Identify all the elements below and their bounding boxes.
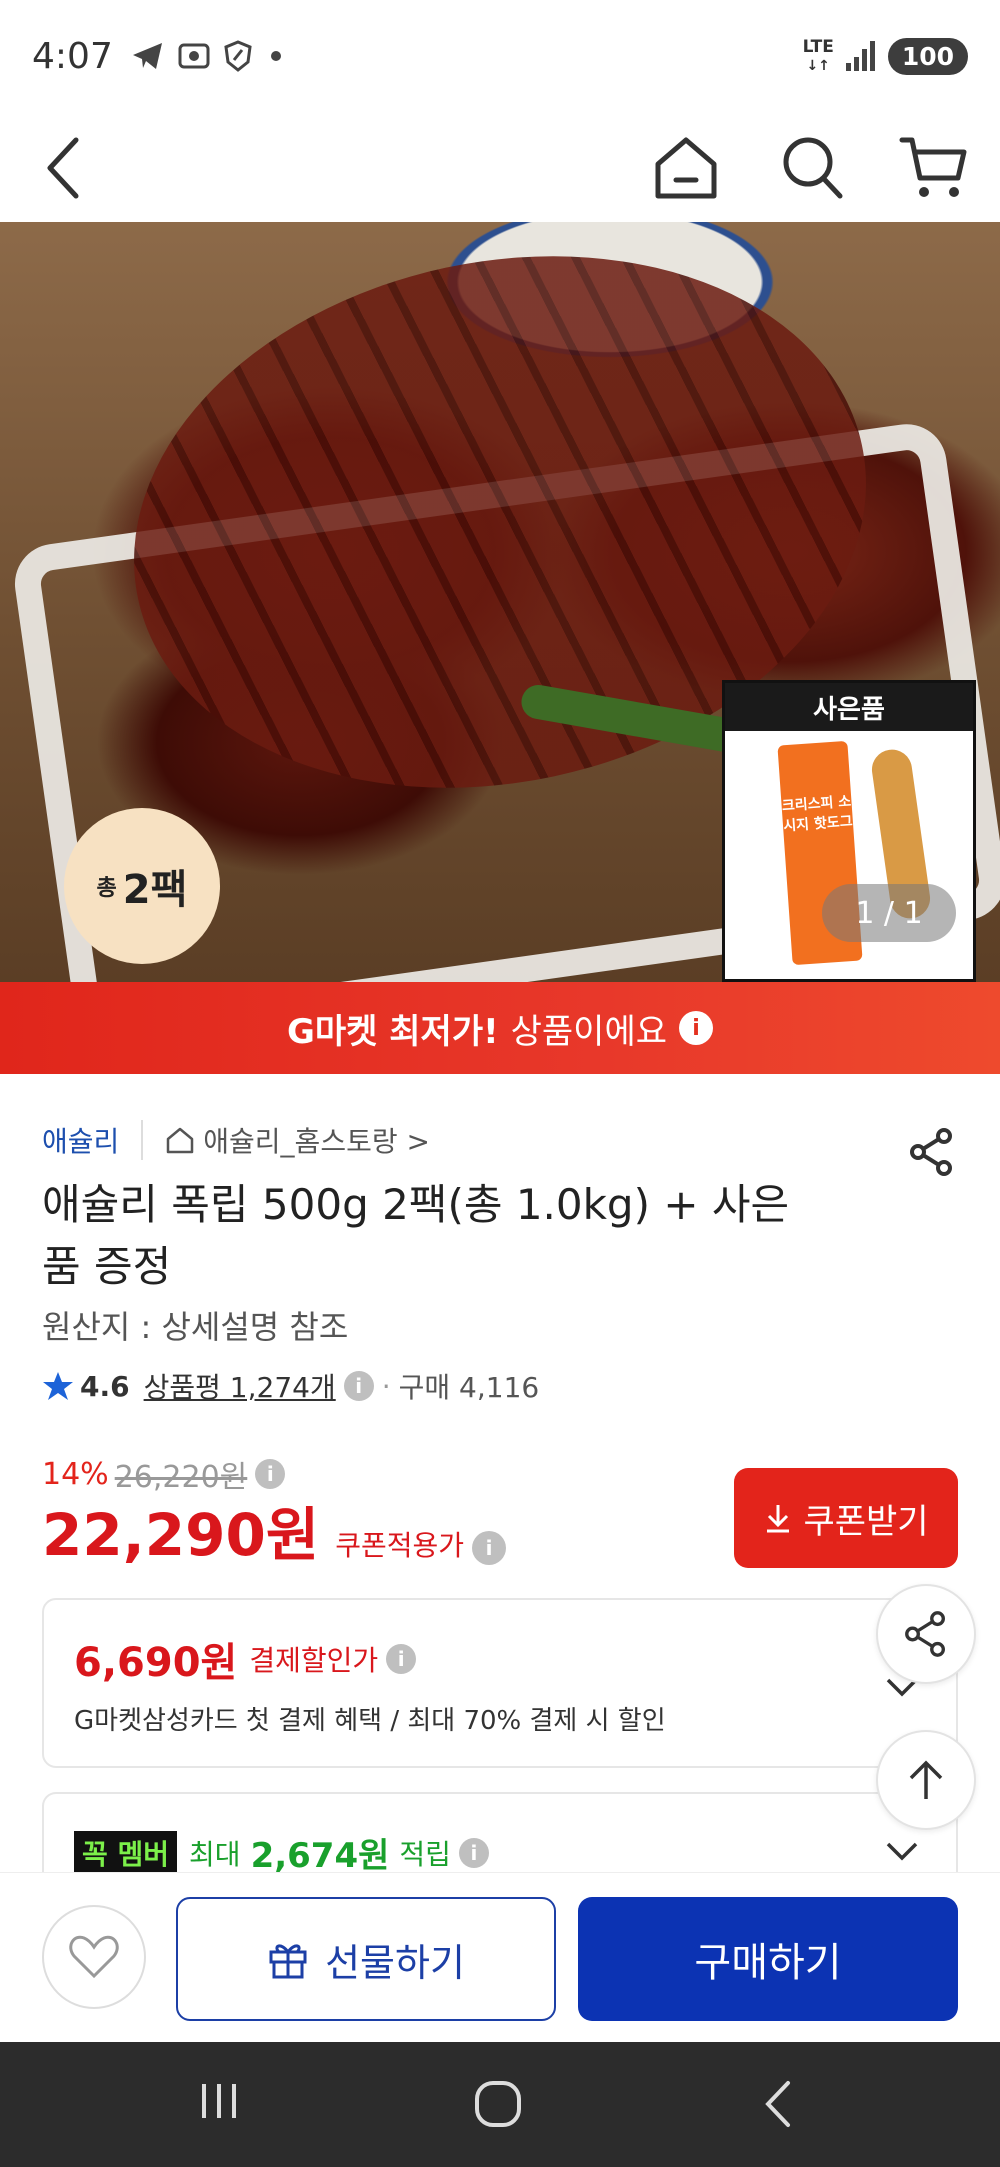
- network-label: LTE: [802, 36, 834, 57]
- info-icon[interactable]: i: [386, 1644, 417, 1674]
- gift-package-text: 크리스피 소시지 핫도그: [781, 793, 854, 835]
- telegram-icon: [132, 43, 162, 69]
- divider: [141, 1120, 144, 1160]
- share-icon[interactable]: [906, 1126, 958, 1178]
- member-reward-amount: 2,674원: [250, 1836, 390, 1876]
- star-icon: [43, 1372, 73, 1400]
- wishlist-button[interactable]: [42, 1905, 146, 2009]
- system-nav-bar: [0, 2042, 1000, 2167]
- app-header: [0, 112, 1000, 222]
- brand-row: 애슐리 애슐리_홈스토랑 >: [42, 1120, 430, 1160]
- buy-button[interactable]: 구매하기: [578, 1897, 958, 2021]
- pack-badge-big: 2팩: [122, 867, 188, 913]
- reviews-link[interactable]: 상품평 1,274개: [144, 1366, 336, 1406]
- store-home-icon: [167, 1127, 194, 1154]
- cart-icon[interactable]: [898, 132, 970, 204]
- member-badge: 꼭 멤버: [74, 1830, 178, 1875]
- notification-dot-icon: [270, 51, 281, 61]
- status-bar: 4:07 LTE ↓↑ 100: [0, 0, 1000, 112]
- product-title: 애슐리 폭립 500g 2팩(총 1.0kg) + 사은품 증정: [42, 1180, 790, 1291]
- shield-icon: [224, 40, 252, 72]
- promo-strong-text: G마켓 최저가!: [286, 1011, 499, 1052]
- signal-icon: [845, 41, 875, 71]
- network-indicator: LTE ↓↑: [802, 36, 834, 74]
- buy-button-label: 구매하기: [694, 1941, 842, 1985]
- promo-text: 상품이에요: [510, 1011, 668, 1052]
- purchase-count: 구매 4,116: [398, 1371, 540, 1404]
- home-nav-icon[interactable]: [472, 2078, 524, 2130]
- rating-score: 4.6: [80, 1369, 130, 1403]
- origin-text: 원산지 : 상세설명 참조: [42, 1308, 349, 1346]
- info-icon[interactable]: i: [472, 1531, 506, 1565]
- share-icon: [905, 1611, 945, 1657]
- payment-discount-amount: 6,690원: [74, 1640, 238, 1686]
- back-button[interactable]: [36, 130, 96, 206]
- payment-discount-description: G마켓삼성카드 첫 결제 혜택 / 최대 70% 결제 시 할인: [74, 1706, 666, 1736]
- recent-apps-icon[interactable]: [196, 2078, 242, 2124]
- price-row: 22,290원 쿠폰적용가 i: [42, 1488, 506, 1572]
- pack-count-badge: 총 2팩: [64, 808, 220, 964]
- arrow-up-icon: [909, 1760, 943, 1799]
- payment-discount-label: 결제할인가: [249, 1644, 379, 1677]
- info-icon[interactable]: i: [343, 1371, 374, 1401]
- status-time: 4:07: [32, 35, 113, 77]
- sale-price: 22,290원: [42, 1501, 320, 1569]
- gift-icon: [269, 1944, 307, 1979]
- floating-share-button[interactable]: [876, 1584, 976, 1684]
- battery-indicator: 100: [887, 37, 968, 75]
- product-image-carousel[interactable]: 총 2팩 사은품 크리스피 소시지 핫도그 1 / 1: [0, 222, 1000, 982]
- search-icon[interactable]: [778, 132, 848, 204]
- gift-button-label: 선물하기: [325, 1940, 465, 1985]
- lowest-price-banner[interactable]: G마켓 최저가! 상품이에요 i: [0, 982, 1000, 1074]
- image-pager: 1 / 1: [822, 884, 956, 942]
- heart-icon: [69, 1935, 119, 1979]
- rating-row: 4.6 상품평 1,274개 i · 구매 4,116: [42, 1366, 539, 1406]
- brand-link[interactable]: 애슐리: [42, 1120, 119, 1160]
- screenshot-icon: [178, 43, 210, 69]
- member-suffix: 적립: [399, 1837, 451, 1871]
- info-icon[interactable]: i: [458, 1837, 489, 1868]
- download-icon: [767, 1505, 790, 1533]
- status-icons: [131, 40, 281, 72]
- back-nav-icon[interactable]: [758, 2078, 798, 2130]
- discount-percent: 14%: [42, 1456, 109, 1492]
- coupon-button-label: 쿠폰받기: [803, 1502, 929, 1541]
- payment-discount-card[interactable]: 6,690원 결제할인가 i G마켓삼성카드 첫 결제 혜택 / 최대 70% …: [42, 1598, 958, 1768]
- scroll-to-top-button[interactable]: [876, 1730, 976, 1830]
- home-icon[interactable]: [650, 132, 722, 204]
- pack-badge-small: 총: [96, 876, 117, 901]
- store-link[interactable]: 애슐리_홈스토랑 >: [165, 1120, 430, 1160]
- member-reward-row: 꼭 멤버 최대 2,674원 적립 i: [74, 1828, 489, 1877]
- separator-dot: ·: [381, 1369, 391, 1403]
- gift-button[interactable]: 선물하기: [176, 1897, 556, 2021]
- member-prefix: 최대: [189, 1837, 241, 1871]
- price-label: 쿠폰적용가: [335, 1529, 464, 1562]
- payment-discount-row: 6,690원 결제할인가 i: [74, 1630, 417, 1688]
- info-icon[interactable]: i: [255, 1459, 286, 1489]
- gift-preview-title: 사은품: [725, 683, 973, 731]
- store-name: 애슐리_홈스토랑 >: [203, 1125, 430, 1158]
- chevron-down-icon[interactable]: [884, 1840, 920, 1864]
- bottom-action-bar: 선물하기 구매하기: [0, 1872, 1000, 2042]
- get-coupon-button[interactable]: 쿠폰받기: [734, 1468, 958, 1568]
- info-icon[interactable]: i: [679, 1011, 714, 1045]
